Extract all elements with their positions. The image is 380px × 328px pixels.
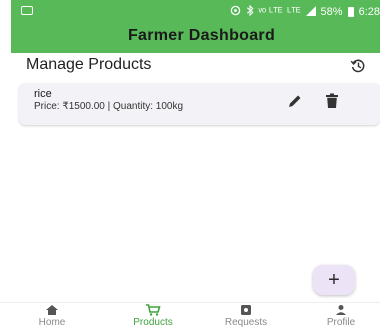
history-button[interactable] [348, 56, 368, 76]
battery-percent: 58% [320, 6, 343, 18]
nav-item-profile[interactable]: Profile [306, 304, 376, 328]
page-header: Manage Products [26, 56, 368, 76]
request-icon [241, 305, 251, 315]
product-details: Price: ₹1500.00 | Quantity: 100kg [34, 101, 184, 112]
product-name: rice [34, 88, 52, 100]
nav-label-requests: Requests [224, 317, 268, 328]
person-icon [336, 305, 346, 315]
bottom-navigation: Home Products Requests Profile [0, 302, 380, 328]
notification-icon [21, 6, 33, 15]
nav-item-home[interactable]: Home [17, 304, 87, 328]
add-product-button[interactable]: + [313, 265, 355, 295]
status-bar: ᵛᵒ ᴸᵀᴱ ᴸᵀᴱ 58% 6:28 [11, 0, 380, 22]
nfc-icon [230, 5, 241, 19]
app-header: ᵛᵒ ᴸᵀᴱ ᴸᵀᴱ 58% 6:28 Farmer Dashboard [11, 0, 380, 53]
status-icons: ᵛᵒ ᴸᵀᴱ ᴸᵀᴱ 58% 6:28 [230, 4, 380, 19]
nav-label-products: Products [133, 317, 173, 328]
battery-icon [347, 7, 354, 17]
app-title: Farmer Dashboard [127, 27, 276, 44]
nav-label-profile: Profile [326, 317, 356, 328]
nav-item-products[interactable]: Products [118, 304, 188, 328]
nav-item-requests[interactable]: Requests [211, 304, 281, 328]
edit-button[interactable] [287, 93, 303, 109]
cart-icon [146, 304, 161, 316]
history-icon [350, 59, 365, 73]
home-icon [46, 305, 58, 315]
pencil-icon [289, 95, 301, 107]
page-title: Manage Products [26, 56, 152, 73]
volte-icon: ᵛᵒ ᴸᵀᴱ [258, 6, 283, 18]
trash-icon [326, 93, 338, 108]
nav-label-home: Home [38, 317, 66, 328]
lte-icon: ᴸᵀᴱ [287, 6, 301, 18]
signal-icon [305, 5, 316, 19]
delete-button[interactable] [325, 93, 339, 109]
bluetooth-icon [246, 4, 254, 19]
product-card[interactable]: rice Price: ₹1500.00 | Quantity: 100kg [19, 83, 380, 125]
clock-time: 6:28 [358, 6, 380, 18]
